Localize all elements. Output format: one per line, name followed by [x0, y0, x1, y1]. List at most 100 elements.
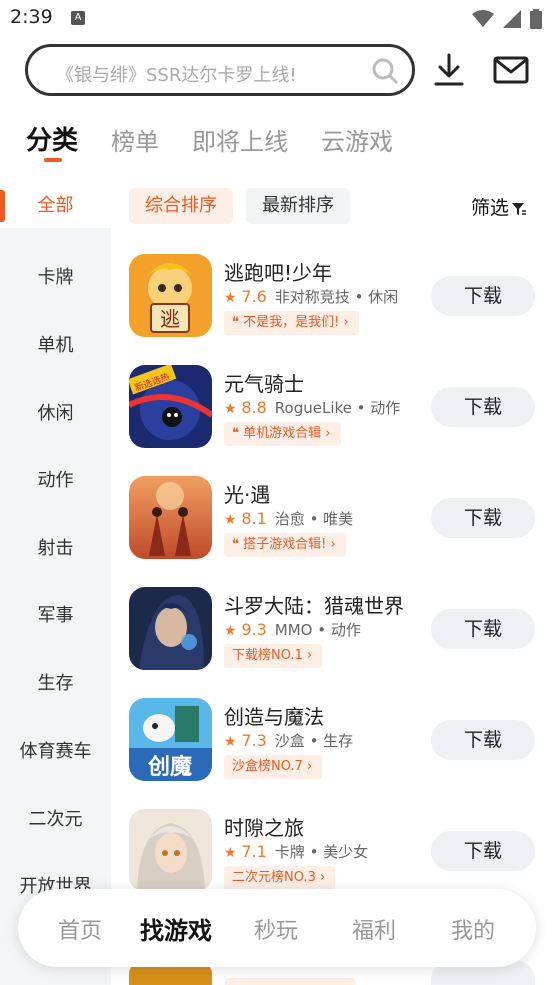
game-icon: 创魔	[129, 698, 212, 781]
nav-find-games[interactable]: 找游戏	[140, 911, 212, 946]
game-title[interactable]: 元气骑士	[224, 368, 304, 397]
search-bar[interactable]: 《银与绯》SSR达尔卡罗上线!	[25, 44, 415, 96]
download-icon[interactable]	[433, 53, 465, 87]
game-badge-partial	[225, 978, 355, 985]
download-button[interactable]: 下载	[431, 498, 535, 538]
game-tags: 卡牌 • 美少女	[274, 843, 369, 861]
nav-instant-play[interactable]: 秒玩	[254, 913, 298, 945]
status-time: 2:39	[10, 6, 53, 28]
game-badge-text: 单机游戏合辑	[243, 426, 322, 441]
quote-icon: ❝	[232, 426, 244, 441]
quote-icon: ❝	[232, 537, 244, 552]
download-button[interactable]: 下载	[431, 387, 535, 427]
filter-label: 筛选	[471, 197, 510, 219]
game-badge-text: 搭子游戏合辑!	[243, 537, 327, 552]
star-icon: ★	[224, 290, 237, 306]
game-meta: ★ 8.1 治愈 • 唯美	[224, 508, 353, 529]
notification-icon: A	[71, 11, 85, 25]
game-rating: 8.8	[241, 398, 267, 417]
signal-icon	[502, 9, 521, 28]
game-list-item[interactable]: 逃 逃跑吧!少年 ★ 7.6 非对称竞技 • 休闲 ❝ 不是我，是我们! › 下载	[111, 254, 554, 364]
game-rating: 7.3	[241, 731, 267, 750]
game-badge[interactable]: 二次元榜NO.3 ›	[224, 866, 336, 890]
game-rating: 9.3	[241, 620, 267, 639]
game-badge-text: 不是我，是我们!	[243, 315, 340, 330]
game-list-item[interactable]: 斗罗大陆：猎魂世界 ★ 9.3 MMO • 动作 下载榜NO.1 › 下载	[111, 587, 554, 697]
game-title[interactable]: 斗罗大陆：猎魂世界	[224, 590, 404, 619]
game-meta: ★ 7.6 非对称竞技 • 休闲	[224, 286, 398, 307]
quote-icon: ❝	[232, 315, 244, 330]
chevron-right-icon: ›	[326, 537, 336, 552]
game-tags: 治愈 • 唯美	[274, 510, 354, 528]
download-button[interactable]: 下载	[431, 720, 535, 760]
game-title[interactable]: 逃跑吧!少年	[224, 257, 332, 286]
sidebar-item-sports-racing[interactable]: 体育赛车	[0, 737, 111, 763]
sort-composite-button[interactable]: 综合排序	[129, 188, 233, 224]
game-list-item[interactable]: 创魔 创造与魔法 ★ 7.3 沙盒 • 生存 沙盒榜NO.7 › 下载	[111, 698, 554, 808]
game-title[interactable]: 时隙之旅	[224, 812, 304, 841]
game-icon: 新选选热	[129, 365, 212, 448]
game-icon	[129, 809, 212, 892]
game-badge[interactable]: 下载榜NO.1 ›	[224, 644, 323, 668]
star-icon: ★	[224, 623, 237, 639]
sidebar-item-shooter[interactable]: 射击	[0, 534, 111, 560]
game-icon-text: 逃	[160, 307, 180, 331]
game-rating: 8.1	[241, 509, 267, 528]
game-tags: RogueLike • 动作	[274, 399, 401, 417]
nav-profile[interactable]: 我的	[451, 913, 495, 945]
game-icon	[129, 476, 212, 559]
sidebar-item-card[interactable]: 卡牌	[0, 263, 111, 289]
status-icons	[468, 8, 542, 29]
tab-category[interactable]: 分类	[26, 120, 78, 157]
star-icon: ★	[224, 512, 237, 528]
star-icon: ★	[224, 845, 237, 861]
game-title[interactable]: 光·遇	[224, 479, 270, 508]
download-button[interactable]: 下载	[431, 609, 535, 649]
sidebar-item-action[interactable]: 动作	[0, 466, 111, 492]
game-tags: 沙盒 • 生存	[274, 732, 354, 750]
battery-icon	[530, 8, 542, 29]
star-icon: ★	[224, 401, 237, 417]
search-input[interactable]: 《银与绯》SSR达尔卡罗上线!	[56, 61, 297, 87]
nav-welfare[interactable]: 福利	[352, 913, 396, 945]
game-title[interactable]: 创造与魔法	[224, 701, 324, 730]
sidebar-item-anime[interactable]: 二次元	[0, 805, 111, 831]
sidebar-item-single[interactable]: 单机	[0, 331, 111, 357]
category-sidebar: 全部 卡牌 单机 休闲 动作 射击 军事 生存 体育赛车 二次元 开放世界	[0, 184, 111, 985]
game-rating: 7.6	[241, 287, 267, 306]
search-icon[interactable]	[372, 58, 398, 84]
game-icon	[129, 587, 212, 670]
chevron-right-icon: ›	[302, 759, 313, 774]
game-badge-text: 沙盒榜NO.7	[232, 759, 303, 774]
game-icon-text: 创魔	[147, 754, 192, 780]
sidebar-active-marker	[0, 190, 5, 222]
game-badge[interactable]: ❝ 搭子游戏合辑! ›	[224, 533, 346, 557]
tab-upcoming[interactable]: 即将上线	[192, 122, 288, 157]
bottom-navigation: 首页 找游戏 秒玩 福利 我的	[18, 889, 536, 967]
game-list-item[interactable]: 新选选热 元气骑士 ★ 8.8 RogueLike • 动作 ❝ 单机游戏合辑 ›…	[111, 365, 554, 475]
game-list-item[interactable]: 光·遇 ★ 8.1 治愈 • 唯美 ❝ 搭子游戏合辑! › 下载	[111, 476, 554, 586]
tab-rankings[interactable]: 榜单	[111, 122, 159, 157]
game-badge[interactable]: ❝ 单机游戏合辑 ›	[224, 422, 341, 446]
chevron-right-icon: ›	[315, 870, 326, 885]
tab-cloud-games[interactable]: 云游戏	[321, 122, 393, 157]
chevron-right-icon: ›	[339, 315, 349, 330]
sort-latest-button[interactable]: 最新排序	[246, 188, 350, 224]
sidebar-item-casual[interactable]: 休闲	[0, 399, 111, 425]
nav-home[interactable]: 首页	[58, 913, 102, 945]
filter-icon	[512, 202, 527, 215]
game-meta: ★ 7.1 卡牌 • 美少女	[224, 841, 368, 862]
download-button[interactable]: 下载	[431, 831, 535, 871]
mail-icon[interactable]	[493, 56, 529, 84]
game-icon: 逃	[129, 254, 212, 337]
sidebar-item-all[interactable]: 全部	[0, 184, 111, 228]
download-button[interactable]: 下载	[431, 276, 535, 316]
game-meta: ★ 8.8 RogueLike • 动作	[224, 397, 400, 418]
game-badge[interactable]: ❝ 不是我，是我们! ›	[224, 311, 359, 335]
filter-button[interactable]: 筛选	[471, 193, 527, 220]
status-bar: 2:39 A	[0, 0, 554, 36]
game-badge[interactable]: 沙盒榜NO.7 ›	[224, 755, 323, 779]
tab-indicator	[44, 158, 62, 162]
sidebar-item-military[interactable]: 军事	[0, 601, 111, 627]
sidebar-item-survival[interactable]: 生存	[0, 669, 111, 695]
